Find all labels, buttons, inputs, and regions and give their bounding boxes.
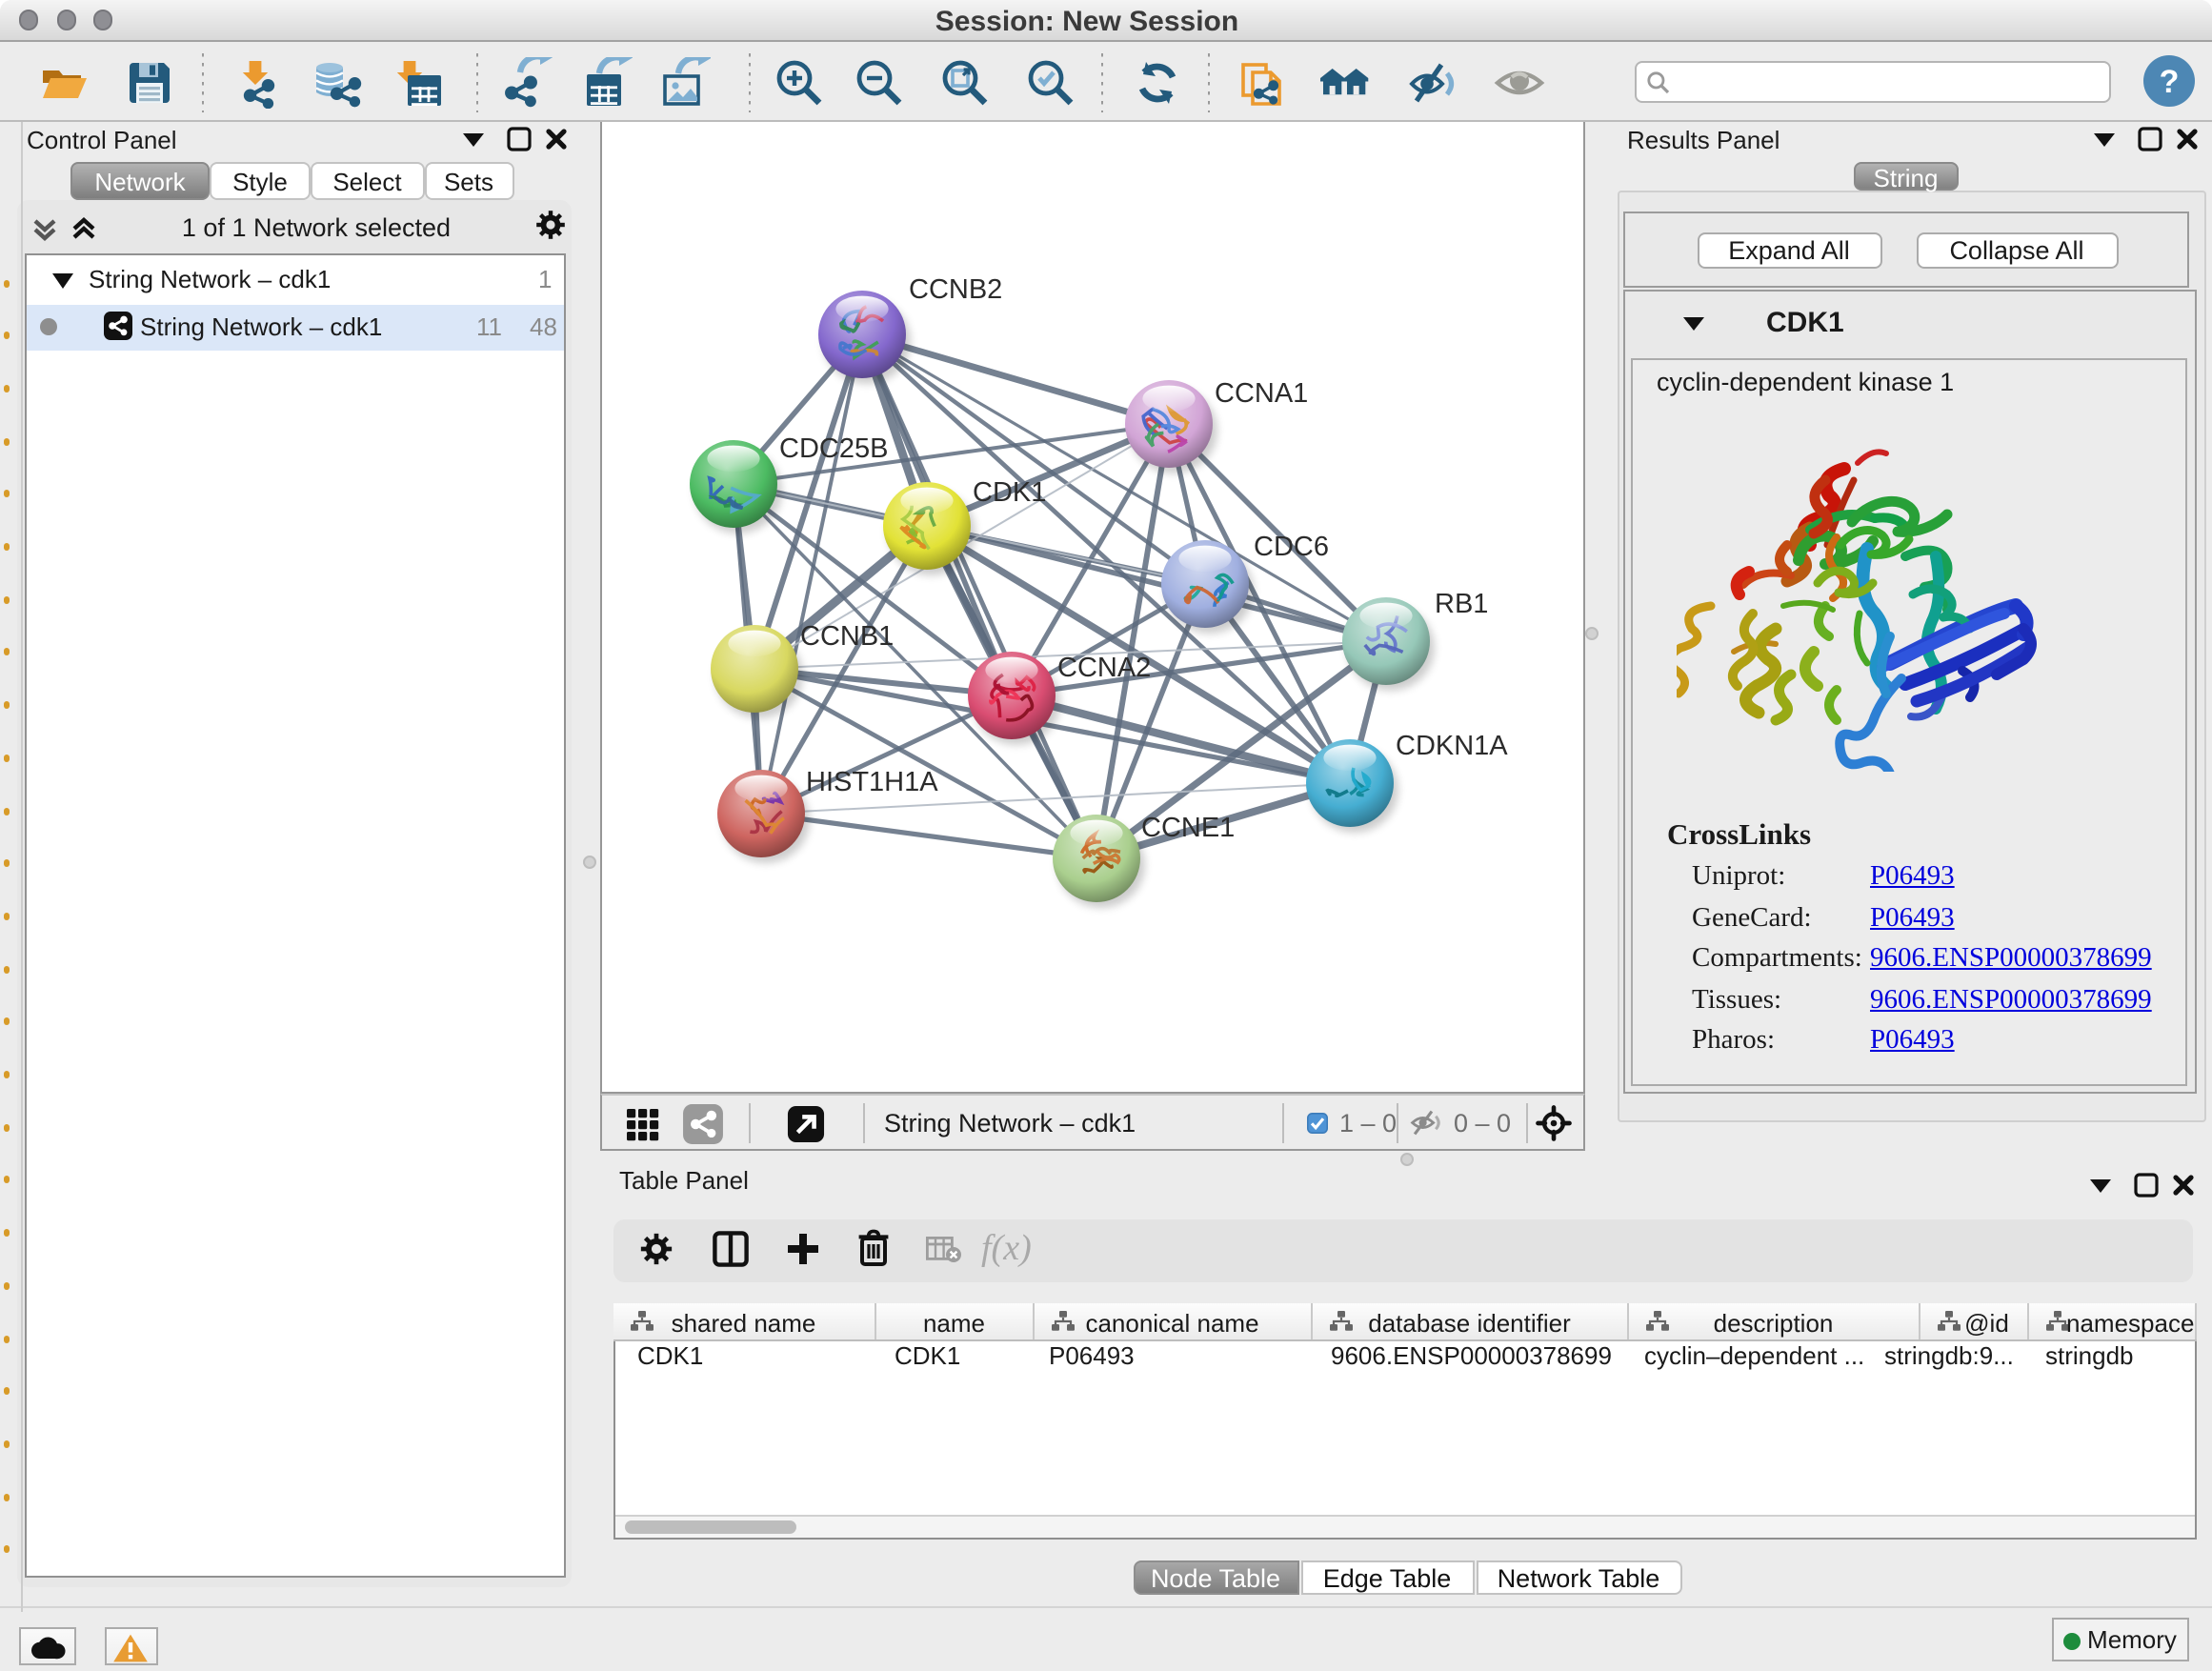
svg-text:CDK1: CDK1 [973,476,1046,507]
svg-text:HIST1H1A: HIST1H1A [806,766,938,796]
svg-text:CCNE1: CCNE1 [1141,812,1235,842]
svg-text:CCNA2: CCNA2 [1057,652,1151,682]
svg-text:CDC6: CDC6 [1254,531,1329,561]
svg-text:CCNA1: CCNA1 [1215,377,1308,408]
svg-text:CDKN1A: CDKN1A [1396,730,1508,760]
svg-text:RB1: RB1 [1435,588,1488,618]
svg-text:CCNB2: CCNB2 [909,273,1002,304]
svg-text:?: ? [2160,64,2180,100]
svg-text:CCNB1: CCNB1 [800,620,894,651]
svg-text:CDC25B: CDC25B [779,433,888,463]
